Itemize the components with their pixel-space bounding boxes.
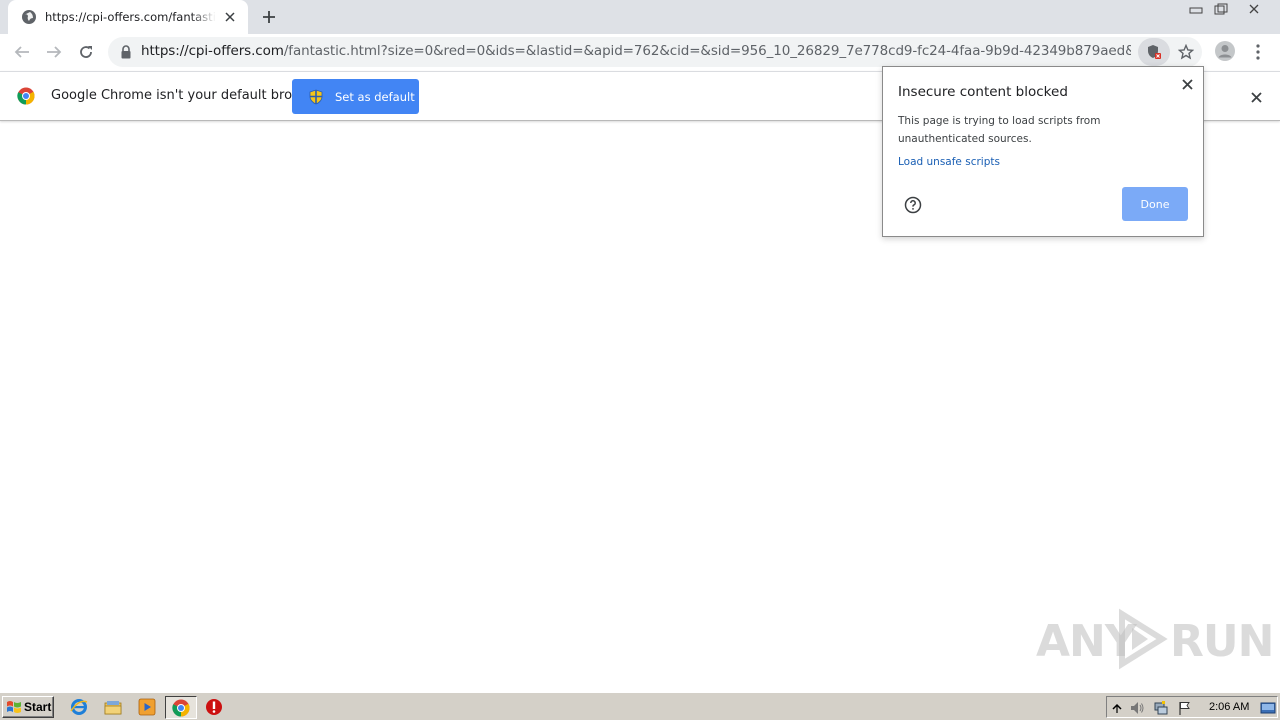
load-unsafe-scripts-link[interactable]: Load unsafe scripts <box>898 156 1000 168</box>
start-label: Start <box>24 700 52 714</box>
uac-shield-icon <box>309 89 323 104</box>
tab-title: https://cpi-offers.com/fantastic.html <box>45 10 216 24</box>
tray-expand-icon[interactable] <box>1109 700 1125 716</box>
back-arrow-icon[interactable] <box>8 38 36 66</box>
media-player-icon[interactable] <box>138 698 156 716</box>
network-icon[interactable] <box>1153 700 1169 716</box>
chrome-icon <box>172 699 190 717</box>
action-center-flag-icon[interactable] <box>1177 700 1193 716</box>
windows-flag-icon <box>7 701 21 713</box>
set-as-default-button[interactable]: Set as default <box>292 79 419 114</box>
show-desktop-icon[interactable] <box>1260 700 1276 716</box>
reload-icon[interactable] <box>72 38 100 66</box>
chrome-taskbar-button[interactable] <box>165 696 197 719</box>
ie-icon[interactable] <box>70 698 88 716</box>
globe-icon <box>22 10 36 24</box>
browser-toolbar: https://cpi-offers.com/fantastic.html?si… <box>0 34 1280 70</box>
bubble-title: Insecure content blocked <box>898 84 1068 100</box>
infobar-close-icon[interactable] <box>1246 87 1266 107</box>
url-path: /fantastic.html?size=0&red=0&ids=&lastid… <box>283 43 1131 59</box>
explorer-icon[interactable] <box>104 698 122 716</box>
windows-taskbar: Start 2:06 AM <box>0 692 1280 720</box>
address-bar[interactable]: https://cpi-offers.com/fantastic.html?si… <box>108 37 1202 67</box>
start-button[interactable]: Start <box>2 696 54 718</box>
kebab-menu-icon[interactable] <box>1248 42 1268 62</box>
infobar-message: Google Chrome isn't your default browser <box>51 88 323 103</box>
restore-icon[interactable] <box>1207 0 1235 18</box>
lock-icon[interactable] <box>120 45 132 59</box>
done-button[interactable]: Done <box>1122 187 1188 221</box>
forward-arrow-icon[interactable] <box>40 38 68 66</box>
bubble-body: This page is trying to load scripts from… <box>898 115 1101 145</box>
system-tray: 2:06 AM <box>1106 696 1278 718</box>
stop-icon[interactable] <box>205 698 223 716</box>
taskbar-clock: 2:06 AM <box>1209 701 1250 713</box>
play-logo-icon <box>1119 608 1168 670</box>
close-icon[interactable] <box>1240 0 1268 18</box>
insecure-content-bubble: Insecure content blocked This page is tr… <box>882 66 1204 237</box>
blocked-shield-icon[interactable] <box>1138 38 1170 66</box>
minimize-icon[interactable] <box>1182 0 1210 18</box>
watermark-text-right: RUN <box>1170 616 1274 667</box>
set-as-default-label: Set as default <box>335 89 415 104</box>
bubble-close-icon[interactable] <box>1178 75 1196 93</box>
browser-tab[interactable]: https://cpi-offers.com/fantastic.html <box>8 0 248 34</box>
help-icon[interactable] <box>903 195 923 215</box>
anyrun-watermark: ANY RUN <box>1036 606 1274 672</box>
chrome-logo-icon <box>17 87 35 105</box>
profile-icon[interactable] <box>1214 40 1236 62</box>
plus-icon[interactable] <box>259 7 279 27</box>
tab-close-icon[interactable] <box>222 9 238 25</box>
volume-icon[interactable] <box>1129 700 1145 716</box>
tab-strip: https://cpi-offers.com/fantastic.html <box>0 0 1280 34</box>
star-icon[interactable] <box>1176 42 1196 62</box>
url-text[interactable]: https://cpi-offers.com/fantastic.html?si… <box>141 43 1131 59</box>
url-host: https://cpi-offers.com <box>141 43 284 59</box>
